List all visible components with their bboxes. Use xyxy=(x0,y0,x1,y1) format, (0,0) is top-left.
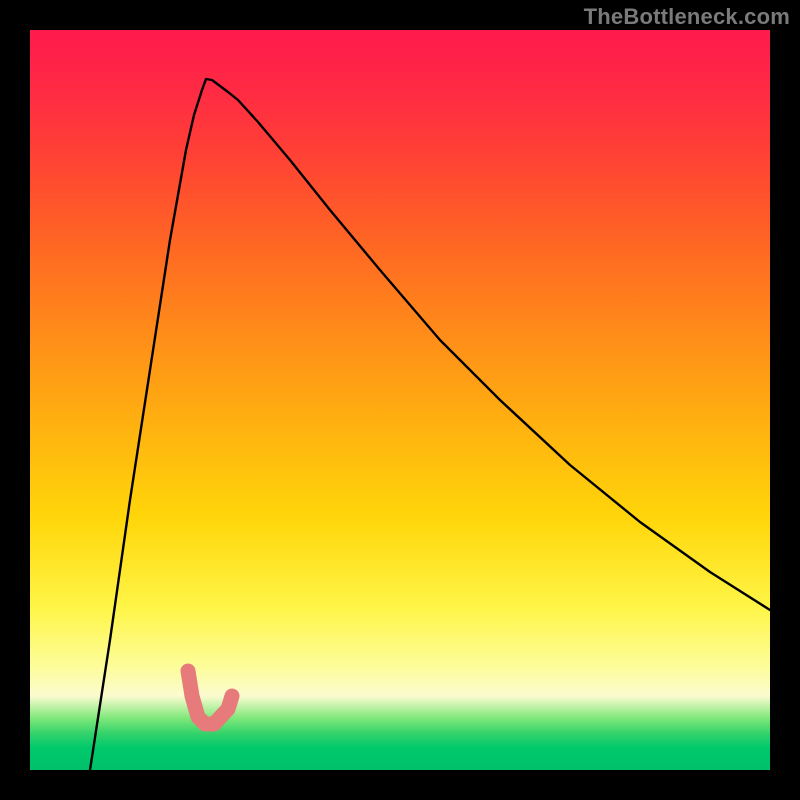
chart-frame: TheBottleneck.com xyxy=(0,0,800,800)
watermark-text: TheBottleneck.com xyxy=(584,4,790,30)
valley-floor-marker xyxy=(188,671,232,724)
plot-area xyxy=(30,30,770,770)
plot-svg xyxy=(30,30,770,770)
